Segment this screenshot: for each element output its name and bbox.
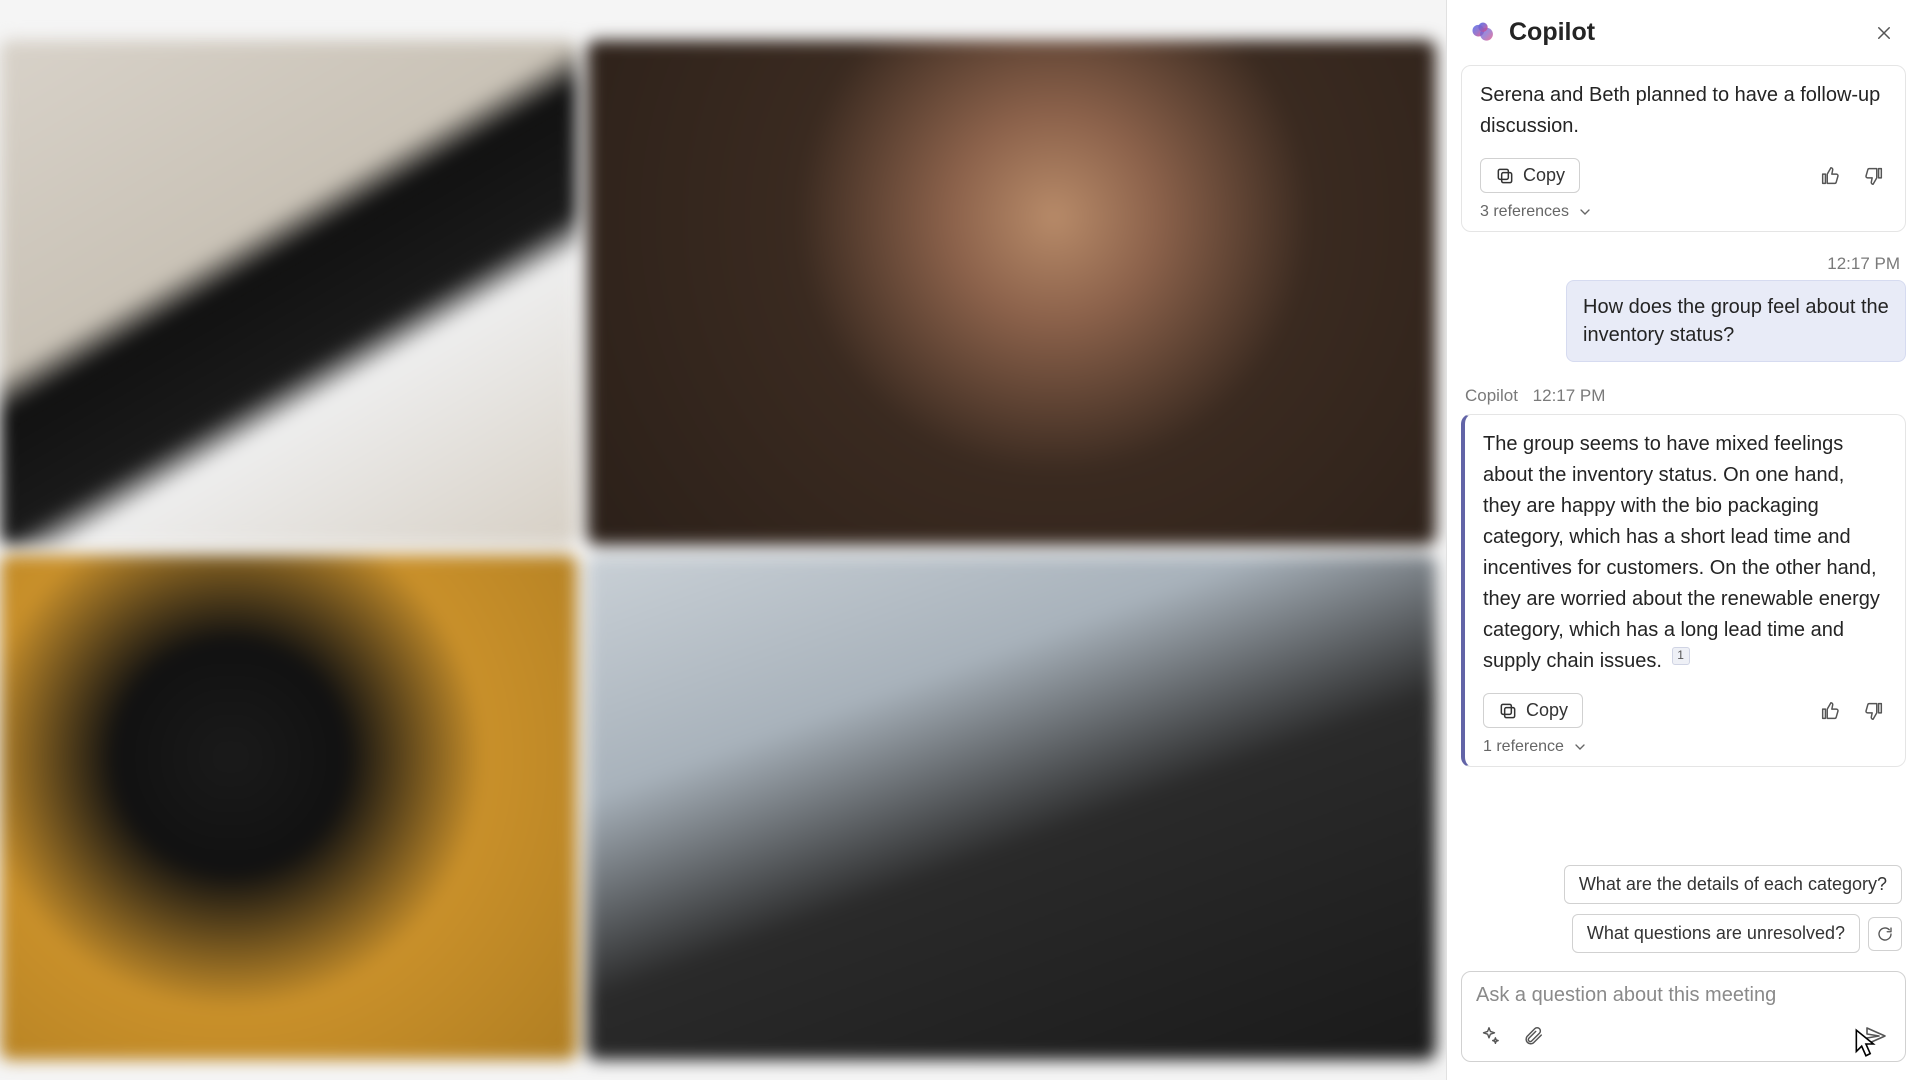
- assistant-sender-row: Copilot 12:17 PM: [1465, 386, 1906, 406]
- sparkle-button[interactable]: [1476, 1023, 1502, 1049]
- thumbs-up-button[interactable]: [1817, 698, 1843, 724]
- video-tile[interactable]: [0, 40, 577, 545]
- video-tile[interactable]: [587, 40, 1436, 545]
- suggestion-pill[interactable]: What questions are unresolved?: [1572, 914, 1860, 953]
- copy-button[interactable]: Copy: [1480, 158, 1580, 193]
- assistant-message-card: Serena and Beth planned to have a follow…: [1461, 65, 1906, 232]
- assistant-message-card: The group seems to have mixed feelings a…: [1461, 414, 1906, 767]
- thumbs-down-icon: [1863, 700, 1885, 722]
- thumbs-up-icon: [1819, 165, 1841, 187]
- panel-title: Copilot: [1509, 18, 1595, 47]
- sparkle-icon: [1478, 1025, 1500, 1047]
- feedback-group: [1817, 698, 1887, 724]
- thumbs-up-icon: [1819, 700, 1841, 722]
- meeting-video-area: [0, 0, 1446, 1080]
- citation-badge[interactable]: 1: [1672, 647, 1690, 665]
- message-actions: Copy: [1483, 693, 1887, 728]
- composer-toolbar: [1476, 1021, 1891, 1051]
- paperclip-icon: [1522, 1025, 1544, 1047]
- thumbs-up-button[interactable]: [1817, 163, 1843, 189]
- feedback-group: [1817, 163, 1887, 189]
- send-button[interactable]: [1861, 1021, 1891, 1051]
- video-tile[interactable]: [0, 555, 577, 1060]
- sender-timestamp: 12:17 PM: [1533, 386, 1606, 405]
- video-grid: [0, 40, 1436, 1060]
- assistant-message-text: Serena and Beth planned to have a follow…: [1480, 80, 1887, 142]
- refresh-suggestions-button[interactable]: [1868, 917, 1902, 951]
- message-actions: Copy: [1480, 158, 1887, 193]
- copy-label: Copy: [1523, 165, 1565, 186]
- thumbs-down-button[interactable]: [1861, 698, 1887, 724]
- app-root: Copilot Serena and Beth planned to have …: [0, 0, 1920, 1080]
- thumbs-down-button[interactable]: [1861, 163, 1887, 189]
- user-message-bubble: How does the group feel about the invent…: [1566, 280, 1906, 362]
- thumbs-down-icon: [1863, 165, 1885, 187]
- chevron-down-icon: [1572, 739, 1588, 755]
- copy-button[interactable]: Copy: [1483, 693, 1583, 728]
- copy-label: Copy: [1526, 700, 1568, 721]
- composer[interactable]: [1461, 971, 1906, 1062]
- copilot-header: Copilot: [1447, 0, 1920, 65]
- refresh-icon: [1876, 925, 1894, 943]
- suggestion-pill[interactable]: What are the details of each category?: [1564, 865, 1902, 904]
- copilot-logo-icon: [1469, 19, 1497, 47]
- close-button[interactable]: [1870, 19, 1898, 47]
- references-toggle[interactable]: 1 reference: [1483, 738, 1887, 756]
- suggestion-area: What are the details of each category? W…: [1461, 835, 1906, 963]
- copy-icon: [1495, 166, 1515, 186]
- chat-scroll: Serena and Beth planned to have a follow…: [1447, 65, 1920, 963]
- attach-button[interactable]: [1520, 1023, 1546, 1049]
- composer-input[interactable]: [1476, 984, 1891, 1007]
- assistant-message-text: The group seems to have mixed feelings a…: [1483, 429, 1887, 677]
- video-tile[interactable]: [587, 555, 1436, 1060]
- copilot-panel: Copilot Serena and Beth planned to have …: [1446, 0, 1920, 1080]
- sender-name: Copilot: [1465, 386, 1518, 405]
- references-toggle[interactable]: 3 references: [1480, 203, 1887, 221]
- user-message-timestamp: 12:17 PM: [1461, 254, 1900, 274]
- references-label: 1 reference: [1483, 738, 1564, 756]
- references-label: 3 references: [1480, 203, 1569, 221]
- close-icon: [1875, 24, 1893, 42]
- chevron-down-icon: [1577, 204, 1593, 220]
- copy-icon: [1498, 701, 1518, 721]
- send-icon: [1864, 1024, 1888, 1048]
